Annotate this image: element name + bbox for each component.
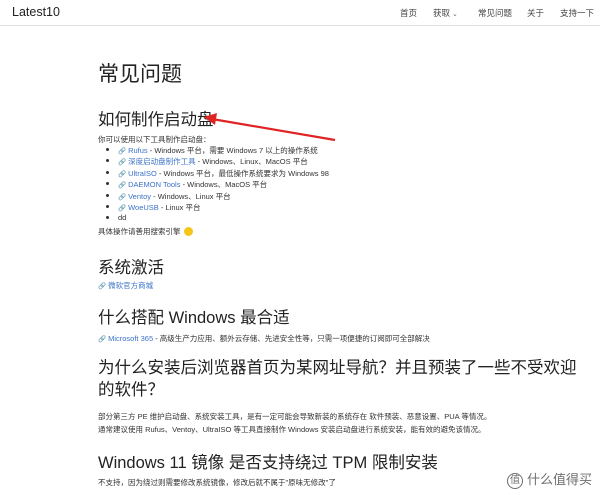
link-ultraiso[interactable]: UltraISO [128, 169, 157, 178]
chevron-down-icon: ⌄ [452, 11, 458, 18]
list-item: 🔗 Rufus - Windows 平台，需要 Windows 7 以上的操作系统 [106, 145, 329, 156]
list-item: dd [106, 213, 329, 224]
nav-item-faq[interactable]: 常见问题 [478, 7, 512, 19]
list-item-desc: - Windows 平台，需要 Windows 7 以上的操作系统 [147, 146, 318, 155]
link-icon: 🔗 [118, 182, 127, 190]
watermark: 值什么值得买 [506, 469, 592, 489]
brand-logo[interactable]: Latest10 [12, 5, 60, 19]
link-rufus[interactable]: Rufus [128, 146, 148, 155]
list-item-desc: - Windows、Linux 平台 [151, 191, 231, 201]
link-deepin-tool[interactable]: 深度启动盘制作工具 [128, 157, 196, 166]
link-daemon-tools[interactable]: DAEMON Tools [128, 180, 180, 189]
list-item: 🔗 深度启动盘制作工具 - Windows、Linux、MacOS 平台 [106, 156, 329, 167]
link-icon: 🔗 [118, 159, 127, 167]
link-icon: 🔗 [98, 283, 107, 290]
win11-para: 不支持，因为绕过则需要修改系统镜像，修改后就不属于"原味无修改"了 [98, 478, 336, 487]
nav-item-support[interactable]: 支持一下 [560, 7, 594, 19]
heading-windows-pairing: 什么搭配 Windows 最合适 [98, 309, 290, 327]
boot-tools-list: 🔗 Rufus - Windows 平台，需要 Windows 7 以上的操作系统… [106, 145, 329, 225]
ms-store-line: 🔗 微软官方商城 [98, 280, 153, 291]
link-woeusb[interactable]: WoeUSB [128, 203, 159, 212]
nav-item-get[interactable]: 获取 ⌄ [433, 7, 458, 19]
page-title: 常见问题 [98, 63, 182, 86]
arrow-line [211, 117, 336, 142]
link-icon: 🔗 [118, 148, 127, 155]
watermark-logo: 值 [506, 473, 523, 489]
boot-intro-text: 你可以使用以下工具制作启动盘： [98, 135, 211, 144]
list-item-desc: dd [118, 213, 127, 223]
list-item-desc: - Windows 平台，最低操作系统要求为 Windows 98 [156, 168, 329, 178]
m365-desc: - 高级生产力应用、额外云存储、先进安全性等，只需一项便捷的订阅即可全部解决 [153, 334, 430, 343]
link-icon: 🔗 [118, 170, 127, 178]
heading-win11-tpm: Windows 11 镜像 是否支持绕过 TPM 限制安装 [98, 454, 438, 472]
heading-browser-homepage: 为什么安装后浏览器首页为某网址导航？并且预装了一些不受欢迎的软件？ [98, 359, 577, 399]
list-item: 🔗 UltraISO - Windows 平台，最低操作系统要求为 Windows… [106, 168, 329, 179]
smile-emoji-icon [183, 226, 193, 236]
howto-label: 具体操作请善用搜索引擎 [98, 227, 181, 236]
list-item: 🔗 WoeUSB - Linux 平台 [106, 202, 329, 213]
link-icon: 🔗 [98, 336, 107, 343]
browser-para-1: 部分第三方 PE 维护启动盘、系统安装工具，是有一定可能会导致新装的系统存在 软… [98, 412, 492, 421]
link-icon: 🔗 [118, 193, 127, 201]
list-item-desc: - Windows、Linux、MacOS 平台 [195, 157, 308, 167]
list-item: 🔗 DAEMON Tools - Windows、MacOS 平台 [106, 179, 329, 190]
link-icon: 🔗 [118, 204, 127, 212]
nav-item-get-label: 获取 [433, 8, 451, 18]
list-item-desc: - Linux 平台 [158, 202, 201, 212]
list-item-desc: - Windows、MacOS 平台 [180, 180, 268, 190]
boot-howto-text: 具体操作请善用搜索引擎 [98, 226, 193, 237]
heading-boot-disk: 如何制作启动盘 [98, 111, 214, 129]
nav-item-about[interactable]: 关于 [527, 7, 544, 19]
navbar: Latest10 首页 获取 ⌄ 常见问题 关于 支持一下 [0, 0, 600, 26]
list-item: 🔗 Ventoy - Windows、Linux 平台 [106, 191, 329, 202]
link-ventoy[interactable]: Ventoy [128, 192, 151, 201]
m365-line: 🔗 Microsoft 365 - 高级生产力应用、额外云存储、先进安全性等，只需… [98, 333, 430, 344]
heading-activation: 系统激活 [98, 259, 164, 277]
link-ms-store[interactable]: 微软官方商城 [108, 281, 153, 290]
browser-para-2: 通常建议使用 Rufus、Ventoy、UltraISO 等工具直接制作 Win… [98, 425, 486, 434]
watermark-text: 什么值得买 [526, 472, 592, 488]
nav-item-home[interactable]: 首页 [400, 7, 417, 19]
link-microsoft-365[interactable]: Microsoft 365 [108, 334, 153, 343]
